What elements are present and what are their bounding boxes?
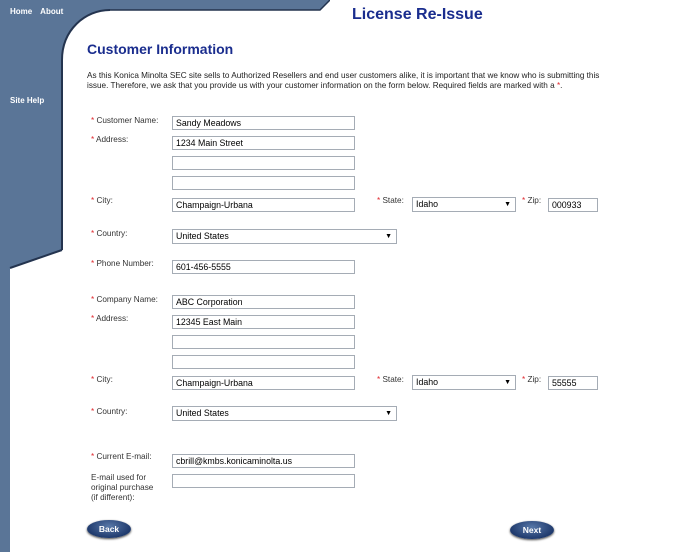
back-button[interactable]: Back [87,520,131,538]
company-state-label: * State: [377,375,404,385]
customer-state-label-text: State: [382,196,404,205]
required-star: * [91,259,95,268]
nav-about-link[interactable]: About [40,7,63,16]
top-nav: Home About [10,7,69,16]
customer-country-label: * Country: [91,229,127,239]
customer-state-label: * State: [377,196,404,206]
required-star: * [91,407,95,416]
required-star: * [91,116,95,125]
required-star: * [522,375,526,384]
company-zip-label-text: Zip: [527,375,542,384]
customer-name-label-text: Customer Name: [96,116,159,125]
nav-home-link[interactable]: Home [10,7,32,16]
current-email-label: * Current E-mail: [91,452,152,462]
company-name-label-text: Company Name: [96,295,158,304]
original-email-input[interactable] [172,474,355,488]
customer-address-label-text: Address: [96,135,129,144]
customer-city-input[interactable]: Champaign-Urbana [172,198,355,212]
required-star: * [91,452,95,461]
original-email-label-line2: original purchase [91,483,154,492]
chevron-down-icon: ▼ [504,379,511,386]
required-star: * [91,196,95,205]
company-state-select[interactable]: Idaho ▼ [412,375,516,390]
company-address-line2-input[interactable] [172,335,355,349]
intro-period: . [560,80,563,90]
customer-zip-input[interactable]: 000933 [548,198,598,212]
required-star: * [91,295,95,304]
customer-country-value: United States [176,231,229,241]
customer-zip-label-text: Zip: [527,196,542,205]
company-country-value: United States [176,408,229,418]
customer-state-value: Idaho [416,199,439,209]
customer-name-input[interactable]: Sandy Meadows [172,116,355,130]
customer-phone-label: * Phone Number: [91,259,154,269]
current-email-input[interactable]: cbrill@kmbs.konicaminolta.us [172,454,355,468]
company-country-label: * Country: [91,407,127,417]
section-title: Customer Information [87,41,234,57]
company-state-label-text: State: [382,375,404,384]
required-star: * [91,314,95,323]
required-star: * [91,375,95,384]
customer-address-line3-input[interactable] [172,176,355,190]
customer-address-label: * Address: [91,135,128,145]
site-help-link[interactable]: Site Help [10,96,44,105]
customer-address-line2-input[interactable] [172,156,355,170]
intro-body: As this Konica Minolta SEC site sells to… [87,71,600,90]
required-star: * [91,229,95,238]
company-country-select[interactable]: United States ▼ [172,406,397,421]
company-zip-label: * Zip: [522,375,541,385]
customer-zip-label: * Zip: [522,196,541,206]
current-email-label-text: Current E-mail: [96,452,152,461]
intro-text: As this Konica Minolta SEC site sells to… [87,71,607,90]
customer-name-label: * Customer Name: [91,116,158,126]
customer-country-label-text: Country: [96,229,128,238]
company-city-input[interactable]: Champaign-Urbana [172,376,355,390]
required-star: * [91,135,95,144]
customer-city-label: * City: [91,196,113,206]
required-star: * [522,196,526,205]
company-address-line1-input[interactable]: 12345 East Main [172,315,355,329]
customer-city-label-text: City: [96,196,113,205]
company-name-label: * Company Name: [91,295,158,305]
customer-phone-input[interactable]: 601-456-5555 [172,260,355,274]
company-address-label-text: Address: [96,314,129,323]
customer-phone-label-text: Phone Number: [96,259,154,268]
chevron-down-icon: ▼ [385,410,392,417]
company-state-value: Idaho [416,377,439,387]
chevron-down-icon: ▼ [504,201,511,208]
customer-country-select[interactable]: United States ▼ [172,229,397,244]
chevron-down-icon: ▼ [385,233,392,240]
company-city-label-text: City: [96,375,113,384]
customer-address-line1-input[interactable]: 1234 Main Street [172,136,355,150]
company-address-label: * Address: [91,314,128,324]
original-email-label-line3: (if different): [91,493,135,502]
next-button[interactable]: Next [510,521,554,539]
company-name-input[interactable]: ABC Corporation [172,295,355,309]
customer-state-select[interactable]: Idaho ▼ [412,197,516,212]
company-country-label-text: Country: [96,407,128,416]
required-star: * [377,375,381,384]
company-address-line3-input[interactable] [172,355,355,369]
page-title: License Re-Issue [352,6,483,23]
original-email-label-line1: E-mail used for [91,473,147,482]
required-star: * [377,196,381,205]
original-email-label: E-mail used for original purchase (if di… [91,473,153,503]
company-zip-input[interactable]: 55555 [548,376,598,390]
company-city-label: * City: [91,375,113,385]
